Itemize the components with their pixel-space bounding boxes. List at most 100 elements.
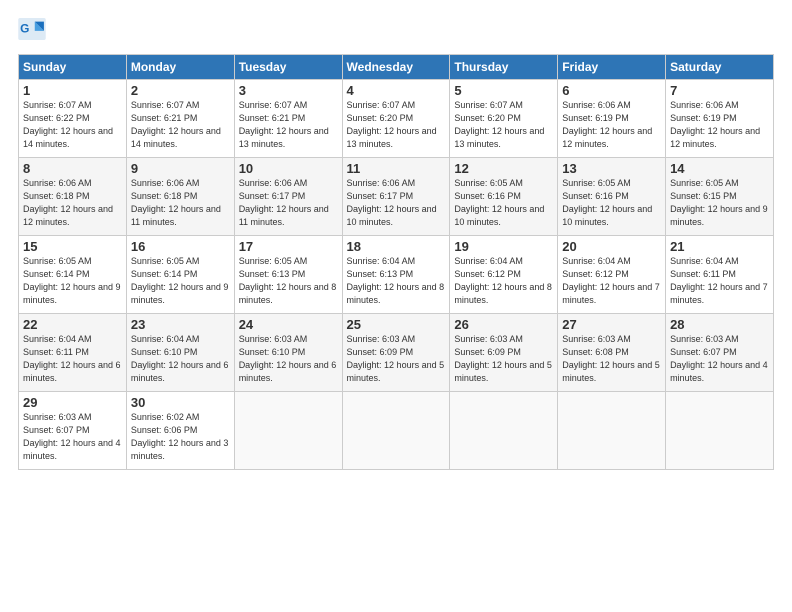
col-thursday: Thursday [450,55,558,80]
day-info: Sunrise: 6:04 AM Sunset: 6:12 PM Dayligh… [562,255,661,307]
day-info: Sunrise: 6:03 AM Sunset: 6:09 PM Dayligh… [454,333,553,385]
page: G Sunday Monday Tuesday Wednesday Thursd… [0,0,792,480]
table-row: 14 Sunrise: 6:05 AM Sunset: 6:15 PM Dayl… [666,158,774,236]
day-info: Sunrise: 6:04 AM Sunset: 6:11 PM Dayligh… [670,255,769,307]
day-number: 1 [23,83,122,98]
table-row: 23 Sunrise: 6:04 AM Sunset: 6:10 PM Dayl… [126,314,234,392]
day-number: 21 [670,239,769,254]
day-number: 12 [454,161,553,176]
calendar-week-row: 29 Sunrise: 6:03 AM Sunset: 6:07 PM Dayl… [19,392,774,470]
day-number: 24 [239,317,338,332]
table-row: 5 Sunrise: 6:07 AM Sunset: 6:20 PM Dayli… [450,80,558,158]
day-info: Sunrise: 6:06 AM Sunset: 6:19 PM Dayligh… [562,99,661,151]
table-row: 30 Sunrise: 6:02 AM Sunset: 6:06 PM Dayl… [126,392,234,470]
table-row [234,392,342,470]
day-info: Sunrise: 6:05 AM Sunset: 6:14 PM Dayligh… [131,255,230,307]
day-info: Sunrise: 6:06 AM Sunset: 6:17 PM Dayligh… [347,177,446,229]
day-info: Sunrise: 6:06 AM Sunset: 6:18 PM Dayligh… [131,177,230,229]
day-info: Sunrise: 6:04 AM Sunset: 6:11 PM Dayligh… [23,333,122,385]
day-info: Sunrise: 6:03 AM Sunset: 6:09 PM Dayligh… [347,333,446,385]
table-row: 26 Sunrise: 6:03 AM Sunset: 6:09 PM Dayl… [450,314,558,392]
logo: G [18,18,50,40]
table-row: 7 Sunrise: 6:06 AM Sunset: 6:19 PM Dayli… [666,80,774,158]
day-info: Sunrise: 6:03 AM Sunset: 6:07 PM Dayligh… [670,333,769,385]
table-row [450,392,558,470]
day-number: 28 [670,317,769,332]
table-row: 13 Sunrise: 6:05 AM Sunset: 6:16 PM Dayl… [558,158,666,236]
day-info: Sunrise: 6:05 AM Sunset: 6:16 PM Dayligh… [454,177,553,229]
calendar-week-row: 1 Sunrise: 6:07 AM Sunset: 6:22 PM Dayli… [19,80,774,158]
day-number: 8 [23,161,122,176]
header: G [18,18,774,40]
table-row: 20 Sunrise: 6:04 AM Sunset: 6:12 PM Dayl… [558,236,666,314]
day-number: 10 [239,161,338,176]
table-row: 16 Sunrise: 6:05 AM Sunset: 6:14 PM Dayl… [126,236,234,314]
table-row: 6 Sunrise: 6:06 AM Sunset: 6:19 PM Dayli… [558,80,666,158]
table-row: 21 Sunrise: 6:04 AM Sunset: 6:11 PM Dayl… [666,236,774,314]
table-row: 2 Sunrise: 6:07 AM Sunset: 6:21 PM Dayli… [126,80,234,158]
calendar-week-row: 22 Sunrise: 6:04 AM Sunset: 6:11 PM Dayl… [19,314,774,392]
day-info: Sunrise: 6:03 AM Sunset: 6:08 PM Dayligh… [562,333,661,385]
table-row: 12 Sunrise: 6:05 AM Sunset: 6:16 PM Dayl… [450,158,558,236]
day-info: Sunrise: 6:03 AM Sunset: 6:07 PM Dayligh… [23,411,122,463]
day-info: Sunrise: 6:06 AM Sunset: 6:17 PM Dayligh… [239,177,338,229]
table-row: 15 Sunrise: 6:05 AM Sunset: 6:14 PM Dayl… [19,236,127,314]
table-row [342,392,450,470]
table-row: 18 Sunrise: 6:04 AM Sunset: 6:13 PM Dayl… [342,236,450,314]
calendar-week-row: 8 Sunrise: 6:06 AM Sunset: 6:18 PM Dayli… [19,158,774,236]
day-info: Sunrise: 6:07 AM Sunset: 6:22 PM Dayligh… [23,99,122,151]
day-info: Sunrise: 6:02 AM Sunset: 6:06 PM Dayligh… [131,411,230,463]
day-info: Sunrise: 6:04 AM Sunset: 6:12 PM Dayligh… [454,255,553,307]
day-number: 23 [131,317,230,332]
day-number: 2 [131,83,230,98]
col-sunday: Sunday [19,55,127,80]
table-row: 17 Sunrise: 6:05 AM Sunset: 6:13 PM Dayl… [234,236,342,314]
day-info: Sunrise: 6:04 AM Sunset: 6:10 PM Dayligh… [131,333,230,385]
day-info: Sunrise: 6:03 AM Sunset: 6:10 PM Dayligh… [239,333,338,385]
table-row: 3 Sunrise: 6:07 AM Sunset: 6:21 PM Dayli… [234,80,342,158]
table-row: 19 Sunrise: 6:04 AM Sunset: 6:12 PM Dayl… [450,236,558,314]
day-number: 16 [131,239,230,254]
table-row: 29 Sunrise: 6:03 AM Sunset: 6:07 PM Dayl… [19,392,127,470]
col-tuesday: Tuesday [234,55,342,80]
col-wednesday: Wednesday [342,55,450,80]
table-row: 11 Sunrise: 6:06 AM Sunset: 6:17 PM Dayl… [342,158,450,236]
day-number: 4 [347,83,446,98]
day-number: 11 [347,161,446,176]
table-row: 8 Sunrise: 6:06 AM Sunset: 6:18 PM Dayli… [19,158,127,236]
day-number: 13 [562,161,661,176]
day-number: 20 [562,239,661,254]
day-info: Sunrise: 6:05 AM Sunset: 6:14 PM Dayligh… [23,255,122,307]
col-saturday: Saturday [666,55,774,80]
table-row: 10 Sunrise: 6:06 AM Sunset: 6:17 PM Dayl… [234,158,342,236]
day-number: 15 [23,239,122,254]
table-row: 27 Sunrise: 6:03 AM Sunset: 6:08 PM Dayl… [558,314,666,392]
table-row: 25 Sunrise: 6:03 AM Sunset: 6:09 PM Dayl… [342,314,450,392]
day-number: 29 [23,395,122,410]
day-info: Sunrise: 6:05 AM Sunset: 6:13 PM Dayligh… [239,255,338,307]
day-number: 7 [670,83,769,98]
day-number: 17 [239,239,338,254]
table-row: 24 Sunrise: 6:03 AM Sunset: 6:10 PM Dayl… [234,314,342,392]
calendar: Sunday Monday Tuesday Wednesday Thursday… [18,54,774,470]
day-info: Sunrise: 6:07 AM Sunset: 6:21 PM Dayligh… [131,99,230,151]
day-number: 14 [670,161,769,176]
day-number: 3 [239,83,338,98]
day-number: 18 [347,239,446,254]
day-info: Sunrise: 6:04 AM Sunset: 6:13 PM Dayligh… [347,255,446,307]
day-info: Sunrise: 6:06 AM Sunset: 6:18 PM Dayligh… [23,177,122,229]
day-number: 25 [347,317,446,332]
day-info: Sunrise: 6:06 AM Sunset: 6:19 PM Dayligh… [670,99,769,151]
day-number: 5 [454,83,553,98]
day-info: Sunrise: 6:07 AM Sunset: 6:20 PM Dayligh… [454,99,553,151]
day-number: 19 [454,239,553,254]
table-row [666,392,774,470]
day-number: 26 [454,317,553,332]
day-number: 6 [562,83,661,98]
day-number: 30 [131,395,230,410]
day-number: 22 [23,317,122,332]
col-friday: Friday [558,55,666,80]
day-info: Sunrise: 6:07 AM Sunset: 6:20 PM Dayligh… [347,99,446,151]
table-row: 28 Sunrise: 6:03 AM Sunset: 6:07 PM Dayl… [666,314,774,392]
table-row: 4 Sunrise: 6:07 AM Sunset: 6:20 PM Dayli… [342,80,450,158]
